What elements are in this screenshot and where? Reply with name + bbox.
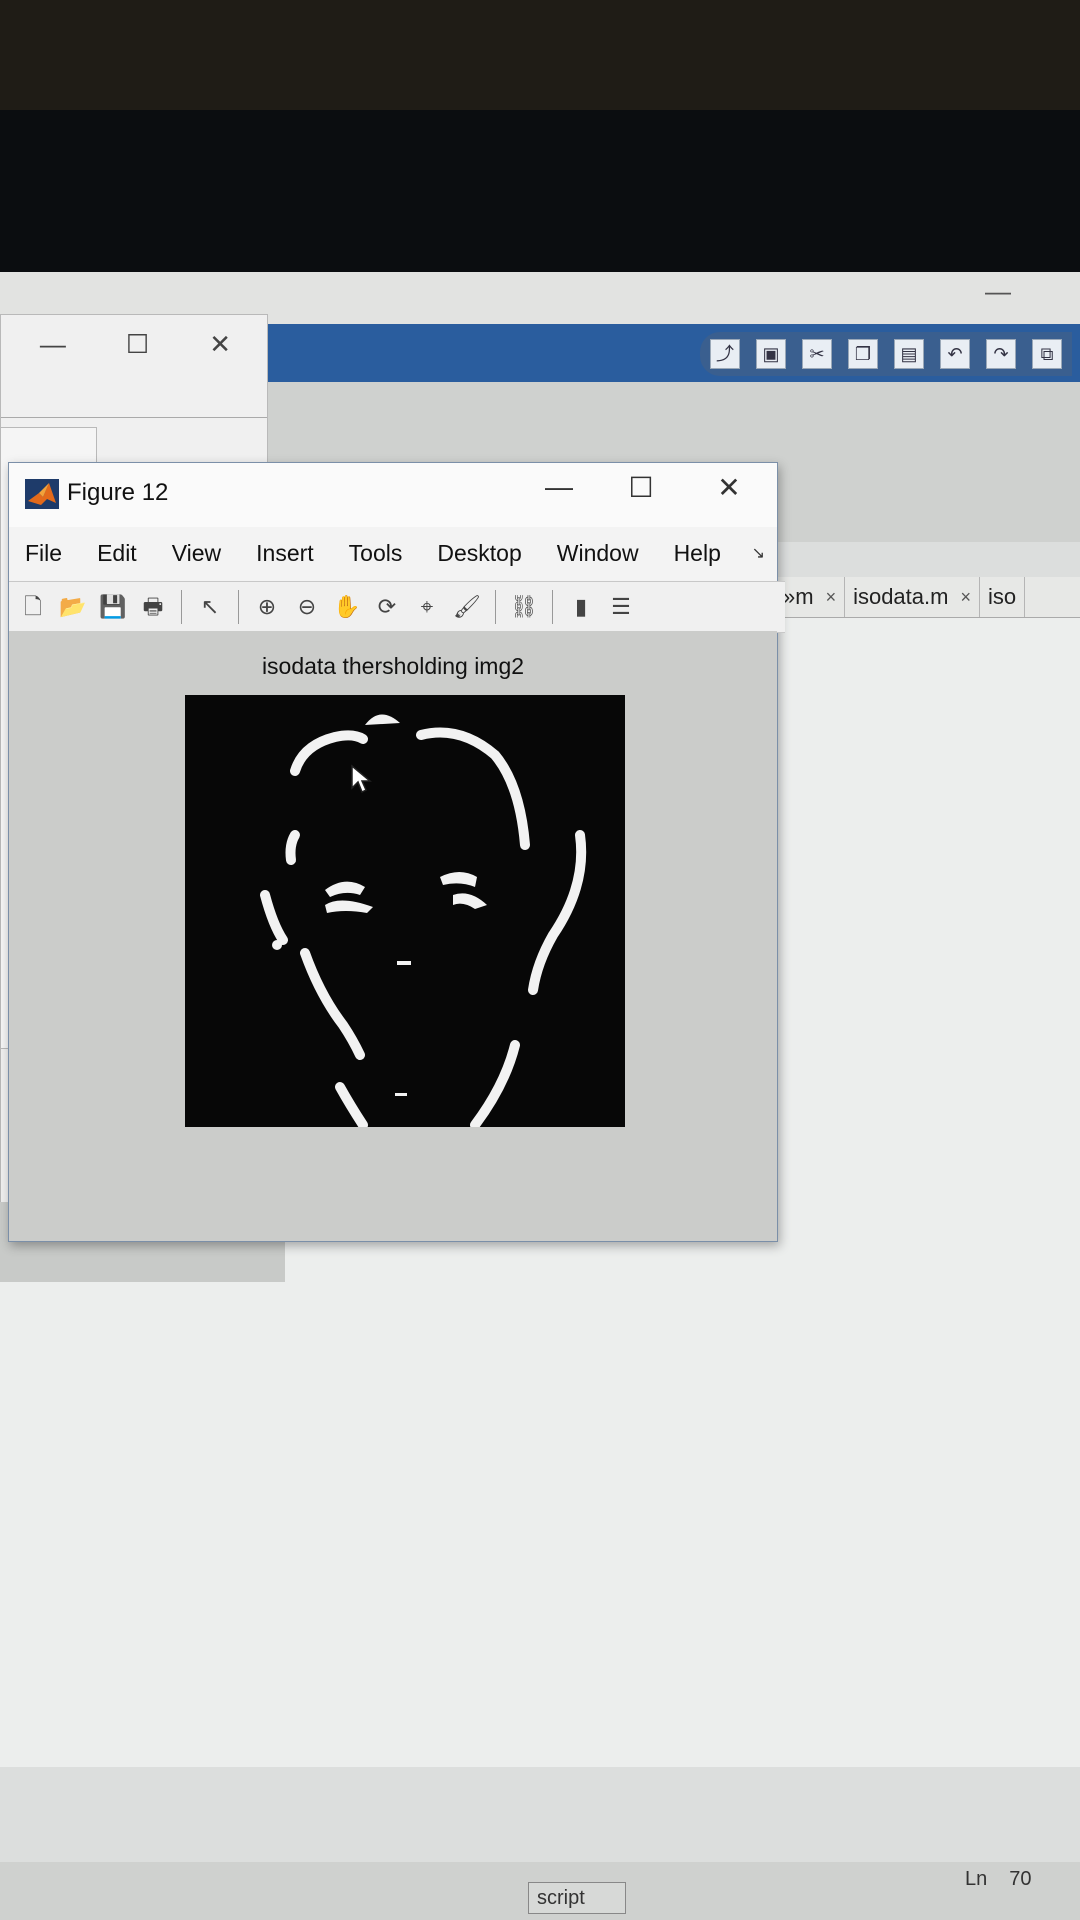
menu-view[interactable]: View xyxy=(156,540,240,567)
menu-help[interactable]: Help xyxy=(658,540,740,567)
data-cursor-icon[interactable]: ⌖ xyxy=(411,591,443,623)
monitor-bezel xyxy=(0,0,1080,110)
dock-arrow-icon[interactable]: ↘ xyxy=(752,543,765,563)
figure-menubar: File Edit View Insert Tools Desktop Wind… xyxy=(9,527,777,579)
figure-title: Figure 12 xyxy=(67,479,169,506)
toolbar-separator xyxy=(495,590,496,624)
close-icon[interactable]: × xyxy=(826,587,837,608)
undo-icon[interactable]: ↶ xyxy=(940,339,970,369)
maximize-icon[interactable]: ☐ xyxy=(126,329,149,360)
editor-tab-isodata[interactable]: isodata.m × xyxy=(845,577,980,617)
menu-insert[interactable]: Insert xyxy=(240,540,333,567)
background-window-titlebar: — ☐ ✕ xyxy=(1,315,267,373)
divider xyxy=(1,417,267,418)
pointer-icon[interactable]: ↖ xyxy=(194,591,226,623)
pan-icon[interactable]: ✋ xyxy=(331,591,363,623)
thresholded-face-image xyxy=(185,695,625,1127)
menu-edit[interactable]: Edit xyxy=(81,540,156,567)
figure-canvas[interactable]: isodata thersholding img2 xyxy=(9,631,777,1241)
status-ln-value: 70 xyxy=(1009,1868,1032,1890)
close-button[interactable]: ✕ xyxy=(699,471,759,504)
close-icon[interactable]: × xyxy=(960,587,971,608)
brush-icon[interactable]: 🖌 xyxy=(451,591,483,623)
monitor-bezel-edge xyxy=(0,110,1080,280)
toolbar-separator xyxy=(181,590,182,624)
figure-titlebar[interactable]: Figure 12 — ☐ ✕ xyxy=(9,463,777,527)
open-file-icon[interactable]: 📂 xyxy=(57,591,89,623)
editor-tab-label: isodata.m xyxy=(853,584,949,609)
save-icon[interactable]: ▣ xyxy=(756,339,786,369)
menu-desktop[interactable]: Desktop xyxy=(421,540,540,567)
desktop-screen: — ⤴ ▣ ✂ ❐ ▤ ↶ ↷ ⧉ »m × isodata.m × iso s… xyxy=(0,272,1080,1920)
editor-tabbar: »m × isodata.m × iso xyxy=(775,577,1080,618)
legend-icon[interactable]: ☰ xyxy=(605,591,637,623)
plot-title: isodata thersholding img2 xyxy=(261,653,525,679)
switch-windows-icon[interactable]: ⧉ xyxy=(1032,339,1062,369)
link-plot-icon[interactable]: ⛓ xyxy=(508,591,540,623)
print-icon[interactable]: 🖶 xyxy=(137,591,169,623)
new-script-icon[interactable]: ⤴ xyxy=(710,339,740,369)
editor-tab-label: iso xyxy=(987,584,1017,609)
toolbar-separator xyxy=(238,590,239,624)
minimize-icon[interactable]: — xyxy=(40,329,66,360)
editor-tab-label: »m xyxy=(783,584,814,609)
save-icon[interactable]: 💾 xyxy=(97,591,129,623)
status-ln-label: Ln xyxy=(965,1868,988,1890)
paste-icon[interactable]: ▤ xyxy=(894,339,924,369)
close-icon[interactable]: ✕ xyxy=(209,329,231,360)
colorbar-icon[interactable]: ▮ xyxy=(565,591,597,623)
editor-tab-iso[interactable]: iso xyxy=(980,577,1026,617)
copy-icon[interactable]: ❐ xyxy=(848,339,878,369)
menu-file[interactable]: File xyxy=(9,540,81,567)
figure-window[interactable]: Figure 12 — ☐ ✕ File Edit View Insert To… xyxy=(8,462,785,1242)
new-figure-icon[interactable]: 🗋 xyxy=(17,591,49,623)
status-mode: script xyxy=(528,1882,626,1914)
quick-access-toolbar: ⤴ ▣ ✂ ❐ ▤ ↶ ↷ ⧉ xyxy=(700,332,1072,376)
menu-window[interactable]: Window xyxy=(541,540,658,567)
matlab-logo-icon xyxy=(25,479,59,509)
zoom-in-icon[interactable]: ⊕ xyxy=(251,591,283,623)
editor-tab-overflow[interactable]: »m × xyxy=(775,577,846,617)
rotate-3d-icon[interactable]: ⟳ xyxy=(371,591,403,623)
zoom-out-icon[interactable]: ⊖ xyxy=(291,591,323,623)
cut-icon[interactable]: ✂ xyxy=(802,339,832,369)
minimize-button[interactable]: — xyxy=(529,471,589,503)
toolbar-separator xyxy=(552,590,553,624)
mouse-cursor-icon xyxy=(351,764,372,794)
status-line: Ln 70 xyxy=(965,1868,1032,1891)
redo-icon[interactable]: ↷ xyxy=(986,339,1016,369)
status-bar: script Ln 70 xyxy=(0,1862,1080,1920)
minimize-icon[interactable]: — xyxy=(985,276,1011,307)
maximize-button[interactable]: ☐ xyxy=(611,471,671,504)
figure-toolbar: 🗋 📂 💾 🖶 ↖ ⊕ ⊖ ✋ ⟳ ⌖ 🖌 ⛓ ▮ ☰ xyxy=(9,581,785,633)
menu-tools[interactable]: Tools xyxy=(333,540,422,567)
